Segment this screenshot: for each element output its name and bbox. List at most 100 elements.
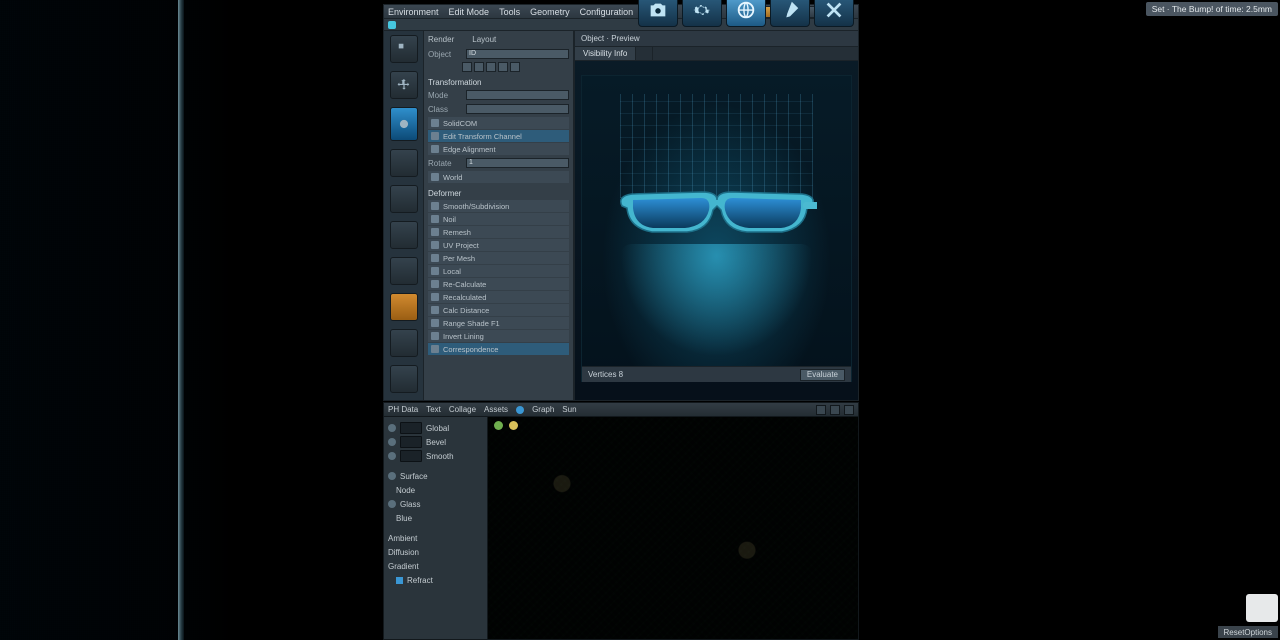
item-solidcom-label[interactable]: SolidCOM xyxy=(443,119,477,128)
menu-edit-mode[interactable]: Edit Mode xyxy=(449,7,490,17)
tree-ambient[interactable]: Ambient xyxy=(386,531,485,545)
def-invert: Invert Lining xyxy=(428,330,569,342)
close-icon[interactable] xyxy=(814,0,854,27)
item-world: World xyxy=(428,171,569,183)
def-local-label[interactable]: Local xyxy=(443,267,461,276)
zoom-icon[interactable] xyxy=(816,405,826,415)
phdata-label[interactable]: PH Data xyxy=(388,405,418,414)
tool-render[interactable] xyxy=(390,107,418,141)
menu-config[interactable]: Configuration xyxy=(580,7,634,17)
bar-sun[interactable]: Sun xyxy=(562,405,576,414)
globe-icon[interactable] xyxy=(726,0,766,27)
tool-rotate[interactable] xyxy=(390,185,418,213)
mesh-icon xyxy=(431,254,439,262)
def-calcdist-label[interactable]: Calc Distance xyxy=(443,306,489,315)
camera-icon[interactable] xyxy=(638,0,678,27)
viewport-big-icons xyxy=(638,0,854,27)
bar-text[interactable]: Text xyxy=(426,405,441,414)
tree-node[interactable]: Node xyxy=(386,483,485,497)
item-world-label[interactable]: World xyxy=(443,173,462,182)
def-smooth: Smooth/Subdivision xyxy=(428,200,569,212)
more-icon[interactable] xyxy=(844,405,854,415)
def-remesh-label[interactable]: Remesh xyxy=(443,228,471,237)
tool-measure[interactable] xyxy=(390,329,418,357)
bar-assets[interactable]: Assets xyxy=(484,405,508,414)
dot-icon[interactable] xyxy=(388,472,396,480)
invert-icon xyxy=(431,332,439,340)
evaluate-button[interactable]: Evaluate xyxy=(800,369,845,381)
tool-material[interactable] xyxy=(390,293,418,321)
menu-geometry[interactable]: Geometry xyxy=(530,7,570,17)
item-edit-transform-label[interactable]: Edit Transform Channel xyxy=(443,132,522,141)
tool-extrude[interactable] xyxy=(390,221,418,249)
def-recalculated-label[interactable]: Recalculated xyxy=(443,293,486,302)
tab-visibility[interactable]: Visibility Info xyxy=(575,47,636,60)
axis-all-button[interactable] xyxy=(510,62,520,72)
tree-surface[interactable]: Surface xyxy=(386,469,485,483)
glasses-model[interactable] xyxy=(617,186,817,246)
vis-toggle-icon[interactable] xyxy=(388,438,396,446)
corner-widget-icon[interactable] xyxy=(1246,594,1278,622)
gear-icon[interactable] xyxy=(682,0,722,27)
def-permesh-label[interactable]: Per Mesh xyxy=(443,254,475,263)
def-smooth-label[interactable]: Smooth/Subdivision xyxy=(443,202,509,211)
tree-glass[interactable]: Glass xyxy=(386,497,485,511)
axis-x-button[interactable] xyxy=(462,62,472,72)
axis-y-button[interactable] xyxy=(474,62,484,72)
rotate-field[interactable]: 1 xyxy=(466,158,569,168)
menu-tools[interactable]: Tools xyxy=(499,7,520,17)
tree-refract[interactable]: Refract xyxy=(386,573,485,587)
def-uvproject: UV Project xyxy=(428,239,569,251)
tree-smooth[interactable]: Smooth xyxy=(386,449,485,463)
cube-icon xyxy=(431,119,439,127)
brush-icon[interactable] xyxy=(770,0,810,27)
tool-move[interactable] xyxy=(390,71,418,99)
noil-icon xyxy=(431,215,439,223)
rotate-label: Rotate xyxy=(428,159,462,168)
row-object-field[interactable]: ID xyxy=(466,49,569,59)
def-noil-label[interactable]: Noil xyxy=(443,215,456,224)
vis-toggle-icon[interactable] xyxy=(388,452,396,460)
axis-w-button[interactable] xyxy=(498,62,508,72)
tree-diffusion[interactable]: Diffusion xyxy=(386,545,485,559)
vis-toggle-icon[interactable] xyxy=(388,424,396,432)
local-icon xyxy=(431,267,439,275)
tree-global[interactable]: Global xyxy=(386,421,485,435)
def-rangeshade-label[interactable]: Range Shade F1 xyxy=(443,319,500,328)
tool-select[interactable] xyxy=(390,35,418,63)
menu-environment[interactable]: Environment xyxy=(388,7,439,17)
tool-scale[interactable] xyxy=(390,149,418,177)
thumb-icon xyxy=(400,422,422,434)
def-correspond-label[interactable]: Correspondence xyxy=(443,345,498,354)
dot-icon[interactable] xyxy=(388,500,396,508)
pcb-canvas[interactable] xyxy=(488,417,858,639)
bar-collage[interactable]: Collage xyxy=(449,405,476,414)
tree-gradient[interactable]: Gradient xyxy=(386,559,485,573)
tab-empty[interactable] xyxy=(636,47,653,60)
mode-field[interactable] xyxy=(466,90,569,100)
edit-icon xyxy=(431,132,439,140)
def-uvproject-label[interactable]: UV Project xyxy=(443,241,479,250)
panel-tab-layout[interactable]: Layout xyxy=(472,35,496,44)
tree-smooth-label: Smooth xyxy=(426,452,454,461)
grid-icon[interactable] xyxy=(830,405,840,415)
def-calcdist: Calc Distance xyxy=(428,304,569,316)
viewport-scene[interactable]: Vertices 8 Evaluate xyxy=(581,75,852,382)
item-edge-align-label[interactable]: Edge Alignment xyxy=(443,145,496,154)
panel-tab-render[interactable]: Render xyxy=(428,35,454,44)
tree-bevel[interactable]: Bevel xyxy=(386,435,485,449)
tree-blue[interactable]: Blue xyxy=(386,511,485,525)
bar-graph[interactable]: Graph xyxy=(532,405,554,414)
tool-annotate[interactable] xyxy=(390,365,418,393)
tree-refract-label: Refract xyxy=(407,576,433,585)
axis-z-button[interactable] xyxy=(486,62,496,72)
status-vertices: Vertices 8 xyxy=(588,370,623,379)
def-recalc-label[interactable]: Re-Calculate xyxy=(443,280,486,289)
dist-icon xyxy=(431,306,439,314)
item-edge-align: Edge Alignment xyxy=(428,143,569,155)
def-invert-label[interactable]: Invert Lining xyxy=(443,332,484,341)
class-field[interactable] xyxy=(466,104,569,114)
tool-bevel[interactable] xyxy=(390,257,418,285)
thumb-icon xyxy=(400,436,422,448)
def-correspond: Correspondence xyxy=(428,343,569,355)
